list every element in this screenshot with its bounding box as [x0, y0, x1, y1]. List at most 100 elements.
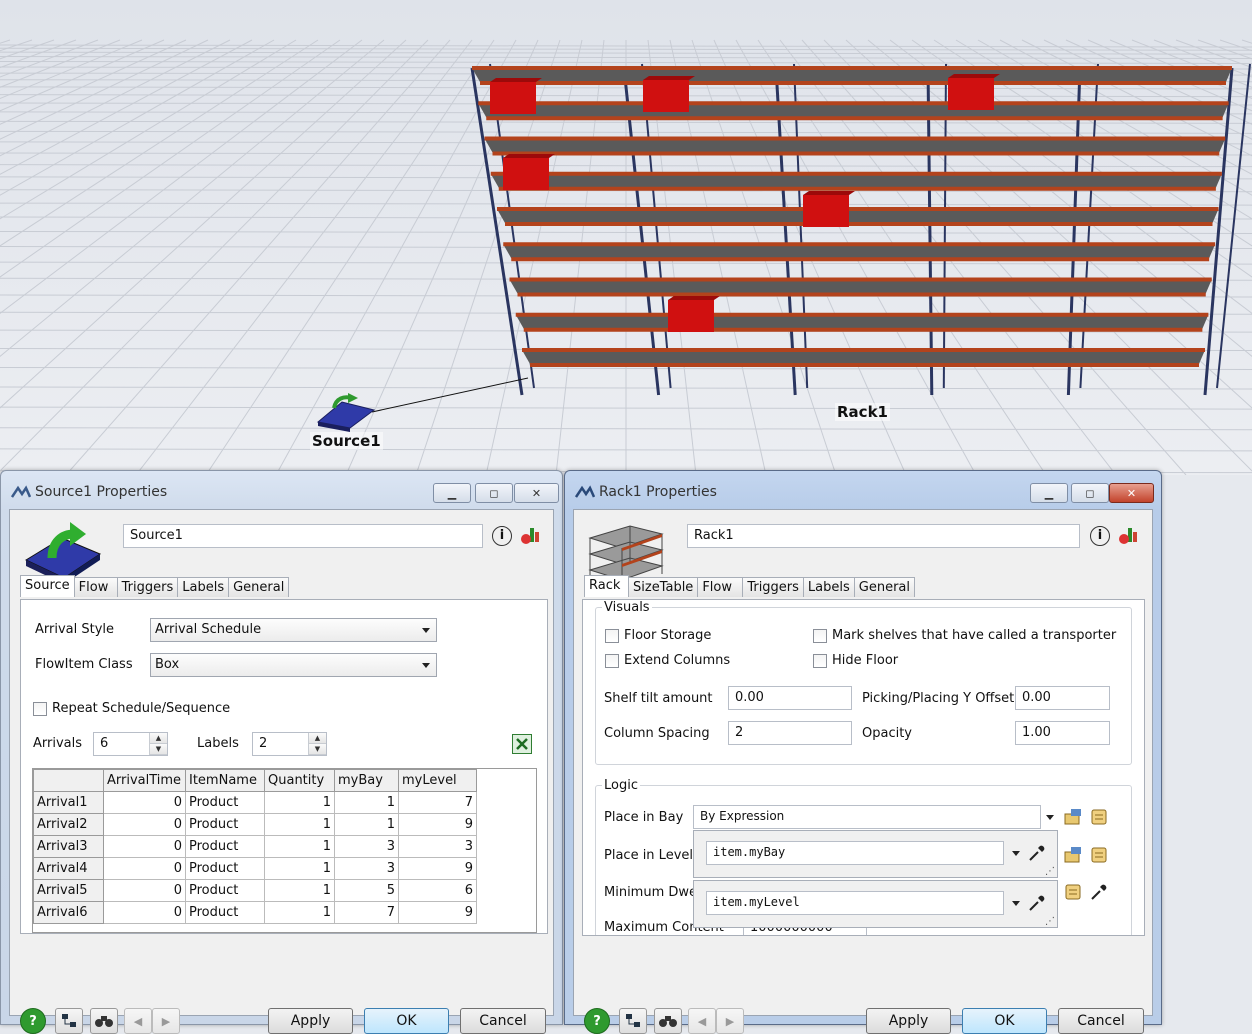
table-row[interactable]: Arrival1 0 Product 1 1 7	[33, 791, 477, 814]
arrival-style-dropdown[interactable]: Arrival Schedule	[150, 618, 437, 642]
resize-grip-icon[interactable]: ⋰	[1045, 916, 1055, 927]
minimize-button[interactable]: ▁	[433, 483, 471, 503]
properties-palette-icon[interactable]	[520, 525, 542, 547]
maximize-button[interactable]: ◻	[1071, 483, 1109, 503]
table-cell[interactable]: Product	[185, 835, 265, 858]
help-icon[interactable]: ?	[584, 1008, 610, 1034]
level-expression-input[interactable]: item.myLevel	[706, 891, 1004, 915]
tab-sizetable[interactable]: SizeTable	[628, 577, 699, 597]
row-header[interactable]: Arrival2	[33, 813, 104, 836]
chevron-down-icon[interactable]	[1012, 901, 1020, 906]
properties-palette-icon[interactable]	[1118, 525, 1140, 547]
table-cell[interactable]: 7	[398, 791, 477, 814]
table-cell[interactable]: 1	[334, 813, 399, 836]
repeat-schedule-checkbox[interactable]	[33, 702, 47, 716]
tab-triggers[interactable]: Triggers	[116, 577, 179, 597]
row-header[interactable]: Arrival6	[33, 901, 104, 924]
rack-window-titlebar[interactable]: Rack1 Properties ▁ ◻ ✕	[565, 471, 1161, 509]
maximize-button[interactable]: ◻	[475, 483, 513, 503]
tab-general[interactable]: General	[228, 577, 290, 597]
table-cell[interactable]: 5	[334, 879, 399, 902]
table-cell[interactable]: 1	[264, 813, 335, 836]
row-header[interactable]: Arrival3	[33, 835, 104, 858]
opacity-input[interactable]: 1.00	[1015, 721, 1110, 745]
cancel-button[interactable]: Cancel	[460, 1008, 546, 1034]
shelf-tilt-input[interactable]: 0.00	[728, 686, 852, 710]
tab-general[interactable]: General	[853, 577, 915, 597]
row-header[interactable]: Arrival1	[33, 791, 104, 814]
table-cell[interactable]: Product	[185, 879, 265, 902]
column-header[interactable]	[33, 769, 104, 792]
table-row[interactable]: Arrival4 0 Product 1 3 9	[33, 857, 477, 880]
tab-labels[interactable]: Labels	[802, 577, 855, 597]
bay-expression-input[interactable]: item.myBay	[706, 841, 1004, 865]
column-header[interactable]: Quantity	[264, 769, 335, 792]
cancel-button[interactable]: Cancel	[1058, 1008, 1144, 1034]
eyedropper-icon[interactable]	[1089, 882, 1109, 902]
minimize-button[interactable]: ▁	[1030, 483, 1068, 503]
apply-button[interactable]: Apply	[866, 1008, 951, 1034]
tab-flow[interactable]: Flow	[697, 577, 744, 597]
table-cell[interactable]: Product	[185, 857, 265, 880]
arrivals-spinner[interactable]: 6 ▲ ▼	[93, 732, 168, 756]
table-row[interactable]: Arrival6 0 Product 1 7 9	[33, 901, 477, 924]
table-cell[interactable]: 1	[264, 857, 335, 880]
source-properties-window[interactable]: Source1 Properties ▁ ◻ ✕ Source1 i Sourc…	[0, 470, 563, 1034]
row-header[interactable]: Arrival4	[33, 857, 104, 880]
column-header[interactable]: ItemName	[185, 769, 265, 792]
table-cell[interactable]: 1	[264, 835, 335, 858]
template-icon[interactable]	[1063, 845, 1085, 865]
table-cell[interactable]: 3	[398, 835, 477, 858]
find-icon[interactable]	[90, 1008, 118, 1034]
info-icon[interactable]: i	[1090, 526, 1110, 546]
table-cell[interactable]: 6	[398, 879, 477, 902]
table-cell[interactable]: 0	[103, 901, 186, 924]
tree-view-icon[interactable]	[619, 1008, 647, 1034]
mark-shelves-checkbox[interactable]	[813, 629, 827, 643]
tab-labels[interactable]: Labels	[177, 577, 230, 597]
chevron-down-icon[interactable]	[1012, 851, 1020, 856]
table-row[interactable]: Arrival5 0 Product 1 5 6	[33, 879, 477, 902]
arrival-schedule-grid[interactable]: ArrivalTime ItemName Quantity myBay myLevel …	[32, 768, 537, 933]
table-cell[interactable]: 0	[103, 813, 186, 836]
previous-object-icon[interactable]: ◀	[124, 1008, 152, 1034]
table-cell[interactable]: 0	[103, 835, 186, 858]
eyedropper-icon[interactable]	[1027, 843, 1047, 863]
source-window-titlebar[interactable]: Source1 Properties ▁ ◻ ✕	[1, 471, 562, 509]
script-edit-icon[interactable]	[1063, 882, 1085, 902]
table-cell[interactable]: 3	[334, 835, 399, 858]
table-cell[interactable]: 9	[398, 901, 477, 924]
table-cell[interactable]: 1	[334, 791, 399, 814]
table-cell[interactable]: 0	[103, 879, 186, 902]
table-cell[interactable]: 0	[103, 857, 186, 880]
tab-rack[interactable]: Rack	[584, 575, 629, 597]
script-edit-icon[interactable]	[1089, 845, 1111, 865]
tab-source[interactable]: Source	[20, 575, 75, 597]
column-header[interactable]: myBay	[334, 769, 399, 792]
picking-offset-input[interactable]: 0.00	[1015, 686, 1110, 710]
place-in-bay-field[interactable]: By Expression	[693, 805, 1041, 829]
tree-view-icon[interactable]	[55, 1008, 83, 1034]
rack-properties-window[interactable]: Rack1 Properties ▁ ◻ ✕ Rack1 i Rack Size…	[564, 470, 1162, 1034]
info-icon[interactable]: i	[492, 526, 512, 546]
object-name-field[interactable]: Source1	[123, 524, 483, 548]
column-header[interactable]: ArrivalTime	[103, 769, 186, 792]
apply-button[interactable]: Apply	[268, 1008, 353, 1034]
source-model[interactable]	[0, 0, 1252, 475]
floor-storage-checkbox[interactable]	[605, 629, 619, 643]
flowitem-class-dropdown[interactable]: Box	[150, 653, 437, 677]
tab-triggers[interactable]: Triggers	[742, 577, 804, 597]
table-cell[interactable]: Product	[185, 813, 265, 836]
tab-flow[interactable]: Flow	[73, 577, 118, 597]
ok-button[interactable]: OK	[962, 1008, 1047, 1034]
table-cell[interactable]: 3	[334, 857, 399, 880]
table-cell[interactable]: 0	[103, 791, 186, 814]
spin-up-icon[interactable]: ▲	[309, 733, 326, 744]
help-icon[interactable]: ?	[20, 1008, 46, 1034]
table-row[interactable]: Arrival3 0 Product 1 3 3	[33, 835, 477, 858]
column-header[interactable]: myLevel	[398, 769, 477, 792]
table-row[interactable]: Arrival2 0 Product 1 1 9	[33, 813, 477, 836]
close-button[interactable]: ✕	[1109, 483, 1154, 503]
table-cell[interactable]: 1	[264, 879, 335, 902]
table-cell[interactable]: 7	[334, 901, 399, 924]
